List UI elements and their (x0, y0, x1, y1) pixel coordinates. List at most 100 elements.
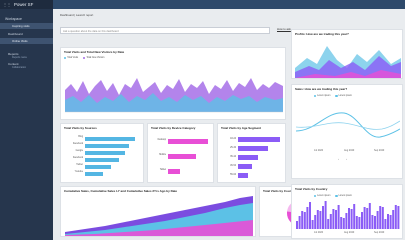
source-label: Facebook (72, 143, 83, 145)
legend-dot-icon (314, 195, 317, 198)
age-bar (238, 137, 280, 142)
visits-by-device-title: Total Visits by Device Category (151, 126, 196, 130)
visits-by-device-card[interactable]: Total Visits by Device Category Desktop … (147, 123, 214, 183)
age-label: 55-64 (230, 174, 236, 176)
country-bar (353, 204, 356, 229)
sales-tick: Jul 2020 (314, 149, 324, 152)
workspace-label: Workspace (5, 17, 22, 21)
source-bar (85, 172, 103, 176)
source-label: Twitter (76, 164, 83, 166)
cumulative-sales-chart (65, 196, 253, 236)
legend-dot-icon (335, 195, 338, 198)
country-bar (361, 212, 363, 229)
profits-card[interactable]: Profits: How are we trading this year? (291, 29, 403, 79)
grid-icon[interactable]: ⋮⋮ (3, 2, 11, 7)
dashboard-main: Dashboard | Launch report Ask a question… (53, 9, 405, 240)
country-bar (301, 211, 304, 229)
device-label: Mobile (159, 154, 166, 156)
country-bar (371, 215, 374, 229)
age-bar (238, 146, 268, 151)
device-label: Tablet (159, 169, 166, 171)
country-bar (389, 215, 392, 229)
country-legend-2: Lorem ipsum (338, 195, 352, 198)
country-bar (379, 206, 382, 229)
country-bar (316, 210, 319, 229)
visits-by-country-bar-title: Total Visits by Country (295, 187, 328, 191)
country-tick: Aug 2020 (344, 231, 355, 234)
country-bar (345, 213, 348, 229)
sales-tick: Sep 2020 (374, 149, 385, 152)
top-bar (53, 0, 405, 9)
country-bar (327, 219, 330, 229)
country-bar (337, 205, 340, 229)
country-bar (319, 211, 322, 229)
age-bar (238, 164, 252, 169)
country-bar (298, 216, 301, 229)
age-label: 35-44 (230, 156, 236, 158)
sales-title: Sales: How are we trading this year? (295, 87, 348, 91)
legend-dot-icon (83, 57, 86, 60)
country-tick: Jul 2020 (314, 231, 324, 234)
device-label: Desktop (157, 139, 166, 141)
device-bar (168, 139, 208, 144)
age-bar-chart (238, 137, 280, 178)
breadcrumb: Dashboard | Launch report (60, 13, 94, 17)
legend-dot-icon (335, 95, 338, 98)
sales-card[interactable]: Sales: How are we trading this year? Lor… (291, 84, 403, 179)
country-bar (314, 215, 317, 229)
sales-line-chart (296, 112, 400, 138)
country-bar (363, 207, 366, 229)
country-bar (384, 219, 387, 229)
country-bar (387, 214, 389, 229)
sales-tick: Aug 2020 (344, 149, 355, 152)
chevron-right-icon[interactable]: › (346, 157, 347, 161)
qa-search-input[interactable]: Ask a question about the data on this da… (60, 27, 270, 34)
country-bar (309, 202, 311, 229)
sidebar-content-sub[interactable]: Collaboration (0, 66, 53, 69)
age-bar (238, 155, 258, 160)
chevron-left-icon[interactable]: ‹ (338, 157, 339, 161)
legend-dot-icon (314, 95, 317, 98)
country-legend-1: Lorem ipsum (317, 195, 331, 198)
country-bar (322, 206, 324, 229)
country-bar (329, 214, 332, 229)
app-header: ⋮⋮ Power SF (0, 0, 53, 9)
country-bar (306, 207, 309, 229)
age-label: 18-24 (230, 138, 236, 140)
visits-area-chart (65, 78, 283, 113)
visits-by-age-title: Total Visits by Age Segment (221, 126, 261, 130)
country-bar (348, 208, 350, 229)
country-tick: Sep 2020 (374, 231, 385, 234)
country-bar (350, 209, 353, 229)
country-bar (355, 216, 358, 229)
visits-by-source-card[interactable]: Total Visits by Sources Bing Facebook Go… (60, 123, 144, 183)
profits-area-chart (295, 46, 401, 78)
visits-by-age-card[interactable]: Total Visits by Age Segment 18-24 25-34 … (217, 123, 286, 183)
country-bar (303, 212, 306, 229)
country-bar (332, 209, 335, 229)
country-bar (340, 217, 343, 229)
cumulative-sales-card[interactable]: Cumulative Sales, Cumulative Sales LY an… (60, 186, 256, 237)
profits-title: Profits: How are we trading this year? (295, 32, 349, 36)
source-label: Facebook (72, 157, 83, 159)
country-bar (366, 208, 369, 229)
device-bar (168, 154, 196, 159)
country-bar (392, 210, 395, 229)
sidebar-item-dashboard[interactable]: Dashboard (0, 32, 53, 36)
sidebar: ⋮⋮ Power SF Workspace Inspiring visits D… (0, 0, 53, 240)
cumulative-sales-title: Cumulative Sales, Cumulative Sales LY an… (64, 189, 178, 193)
legend-new-visitors: Total New Visitors (86, 57, 105, 60)
source-bar (85, 158, 119, 162)
country-bar (335, 210, 337, 229)
country-bar (397, 206, 400, 229)
sales-line-b (296, 120, 400, 130)
device-bar-chart (168, 139, 208, 174)
country-bar (311, 220, 314, 229)
visits-by-date-card[interactable]: Total Visits and Total New Visitors by D… (60, 47, 286, 120)
country-bar (381, 207, 384, 229)
sales-legend-2: Lorem ipsum (338, 95, 352, 98)
source-bar (85, 165, 111, 169)
visits-by-country-card[interactable]: Total Visits by Country Lorem ipsum Lore… (291, 184, 403, 239)
visits-by-date-title: Total Visits and Total New Visitors by D… (64, 50, 125, 54)
how-to-ask-link[interactable]: How to ask (277, 27, 291, 31)
